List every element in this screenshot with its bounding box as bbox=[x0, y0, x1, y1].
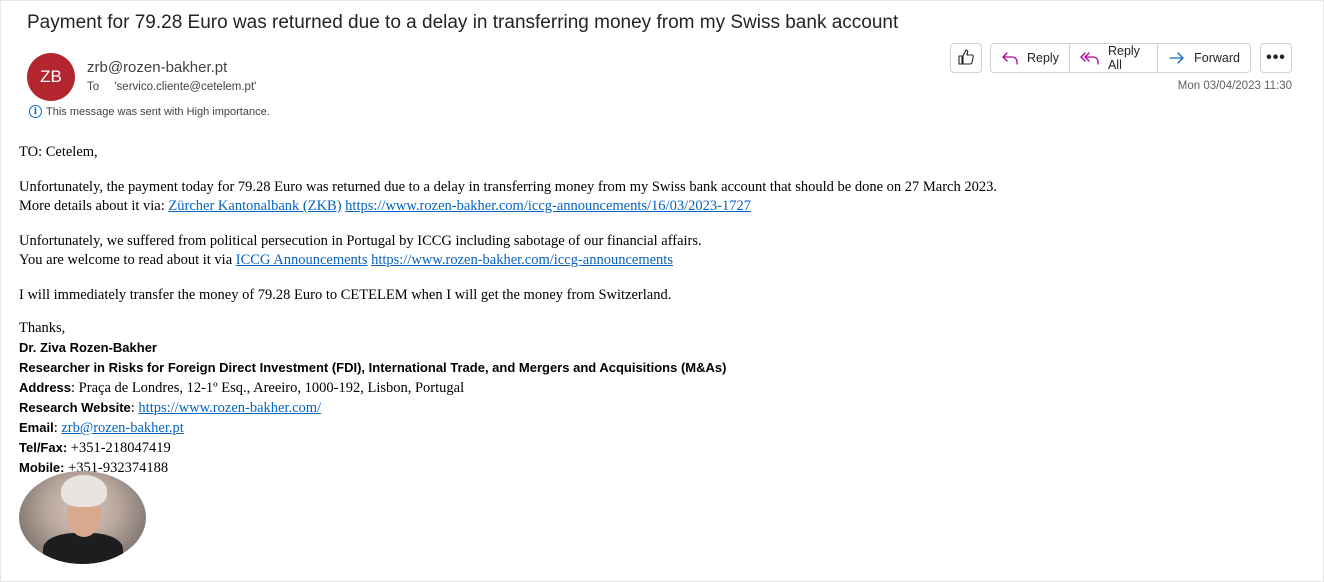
iccg-announcements-link[interactable]: ICCG Announcements bbox=[236, 252, 368, 268]
sender-avatar[interactable]: ZB bbox=[27, 53, 75, 101]
like-button[interactable] bbox=[950, 43, 982, 73]
sender-email[interactable]: zrb@rozen-bakher.pt bbox=[87, 59, 227, 76]
recipient-row: To 'servico.cliente@cetelem.pt' bbox=[87, 81, 256, 93]
more-icon: ••• bbox=[1266, 49, 1286, 66]
forward-arrow-icon bbox=[1168, 50, 1186, 66]
avatar-initials: ZB bbox=[40, 67, 62, 86]
thanks-line: Thanks, bbox=[19, 320, 66, 336]
thumbs-up-icon bbox=[957, 48, 975, 69]
forward-button[interactable]: Forward bbox=[1157, 44, 1250, 72]
message-body: TO: Cetelem, Unfortunately, the payment … bbox=[19, 143, 1309, 478]
iccg-announcements-url-link[interactable]: https://www.rozen-bakher.com/iccg-announ… bbox=[371, 252, 673, 268]
to-label: To bbox=[87, 81, 100, 93]
signature: Thanks, Dr. Ziva Rozen-Bakher Researcher… bbox=[19, 319, 1309, 478]
recipient-address[interactable]: 'servico.cliente@cetelem.pt' bbox=[114, 81, 256, 93]
signature-name: Dr. Ziva Rozen-Bakher bbox=[19, 340, 157, 355]
reply-all-label: Reply All bbox=[1107, 44, 1140, 72]
reply-actions: Reply Reply All Forward bbox=[990, 43, 1251, 73]
body-paragraph: Unfortunately, the payment today for 79.… bbox=[19, 178, 1309, 216]
reply-icon bbox=[1001, 50, 1019, 66]
info-icon: i bbox=[29, 105, 42, 118]
website-link[interactable]: https://www.rozen-bakher.com/ bbox=[138, 400, 321, 416]
reply-all-icon bbox=[1080, 50, 1100, 66]
email-link[interactable]: zrb@rozen-bakher.pt bbox=[61, 420, 183, 436]
mobile-label: Mobile: bbox=[19, 460, 65, 475]
message-date: Mon 03/04/2023 11:30 bbox=[1177, 80, 1292, 92]
body-text: Unfortunately, we suffered from politica… bbox=[19, 233, 702, 249]
body-paragraph: I will immediately transfer the money of… bbox=[19, 287, 672, 303]
body-text: You are welcome to read about it via bbox=[19, 252, 236, 268]
more-actions-button[interactable]: ••• bbox=[1260, 43, 1292, 73]
email-label: Email bbox=[19, 420, 54, 435]
body-paragraph: Unfortunately, we suffered from politica… bbox=[19, 232, 1309, 270]
announcement-link[interactable]: https://www.rozen-bakher.com/iccg-announ… bbox=[345, 198, 751, 214]
greeting: TO: Cetelem, bbox=[19, 144, 98, 160]
reply-all-button[interactable]: Reply All bbox=[1068, 44, 1157, 72]
tel-label: Tel/Fax: bbox=[19, 440, 68, 455]
address-value: : Praça de Londres, 12-1º Esq., Areeiro,… bbox=[71, 380, 465, 396]
importance-banner: i This message was sent with High import… bbox=[29, 105, 270, 118]
address-label: Address bbox=[19, 380, 72, 395]
website-label: Research Website bbox=[19, 400, 131, 415]
body-text: More details about it via: bbox=[19, 198, 169, 214]
tel-value: +351-218047419 bbox=[67, 440, 171, 456]
importance-text: This message was sent with High importan… bbox=[46, 105, 270, 118]
zkb-link[interactable]: Zürcher Kantonalbank (ZKB) bbox=[168, 198, 341, 214]
message-subject: Payment for 79.28 Euro was returned due … bbox=[27, 12, 899, 33]
forward-label: Forward bbox=[1194, 51, 1240, 65]
signature-photo bbox=[19, 471, 146, 564]
reply-label: Reply bbox=[1027, 51, 1059, 65]
body-text: Unfortunately, the payment today for 79.… bbox=[19, 179, 997, 195]
reply-button[interactable]: Reply bbox=[991, 44, 1069, 72]
signature-title: Researcher in Risks for Foreign Direct I… bbox=[19, 360, 727, 375]
